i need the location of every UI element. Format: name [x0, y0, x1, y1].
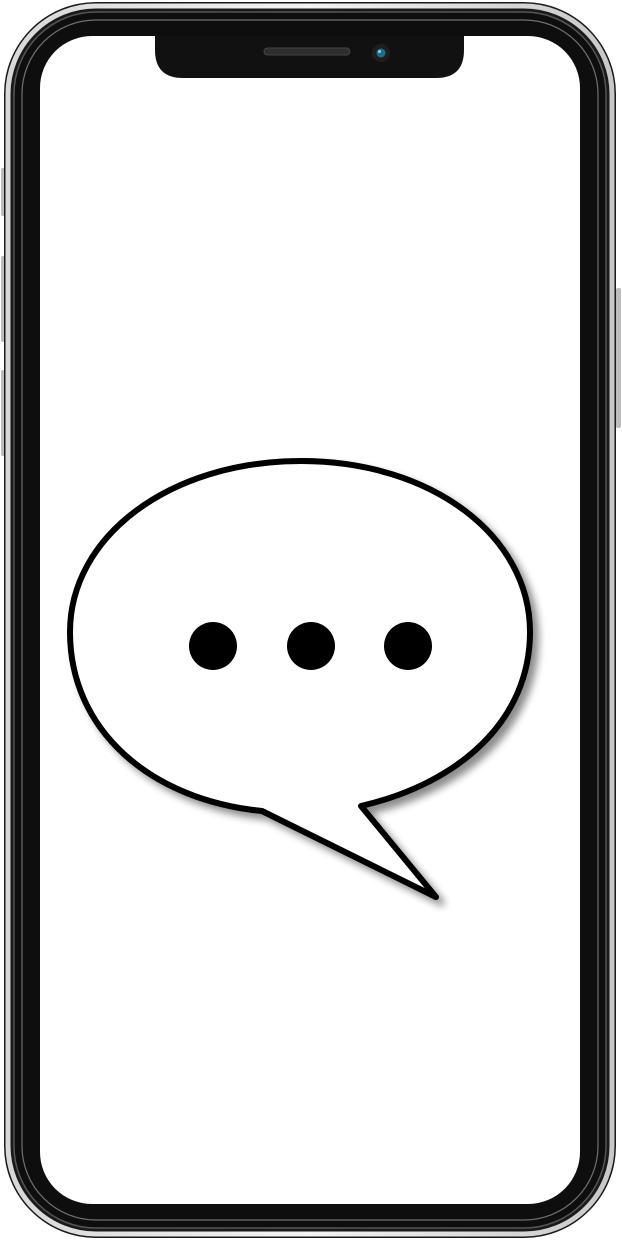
phone-illustration [1, 2, 621, 1238]
typing-dot-icon [384, 622, 432, 670]
typing-dot-icon [287, 622, 335, 670]
typing-dot-icon [189, 622, 237, 670]
phone-mockup [0, 0, 622, 1241]
earpiece-speaker [263, 47, 351, 56]
phone-notch [155, 36, 464, 78]
typing-indicator [189, 622, 432, 670]
power-button [616, 288, 621, 428]
